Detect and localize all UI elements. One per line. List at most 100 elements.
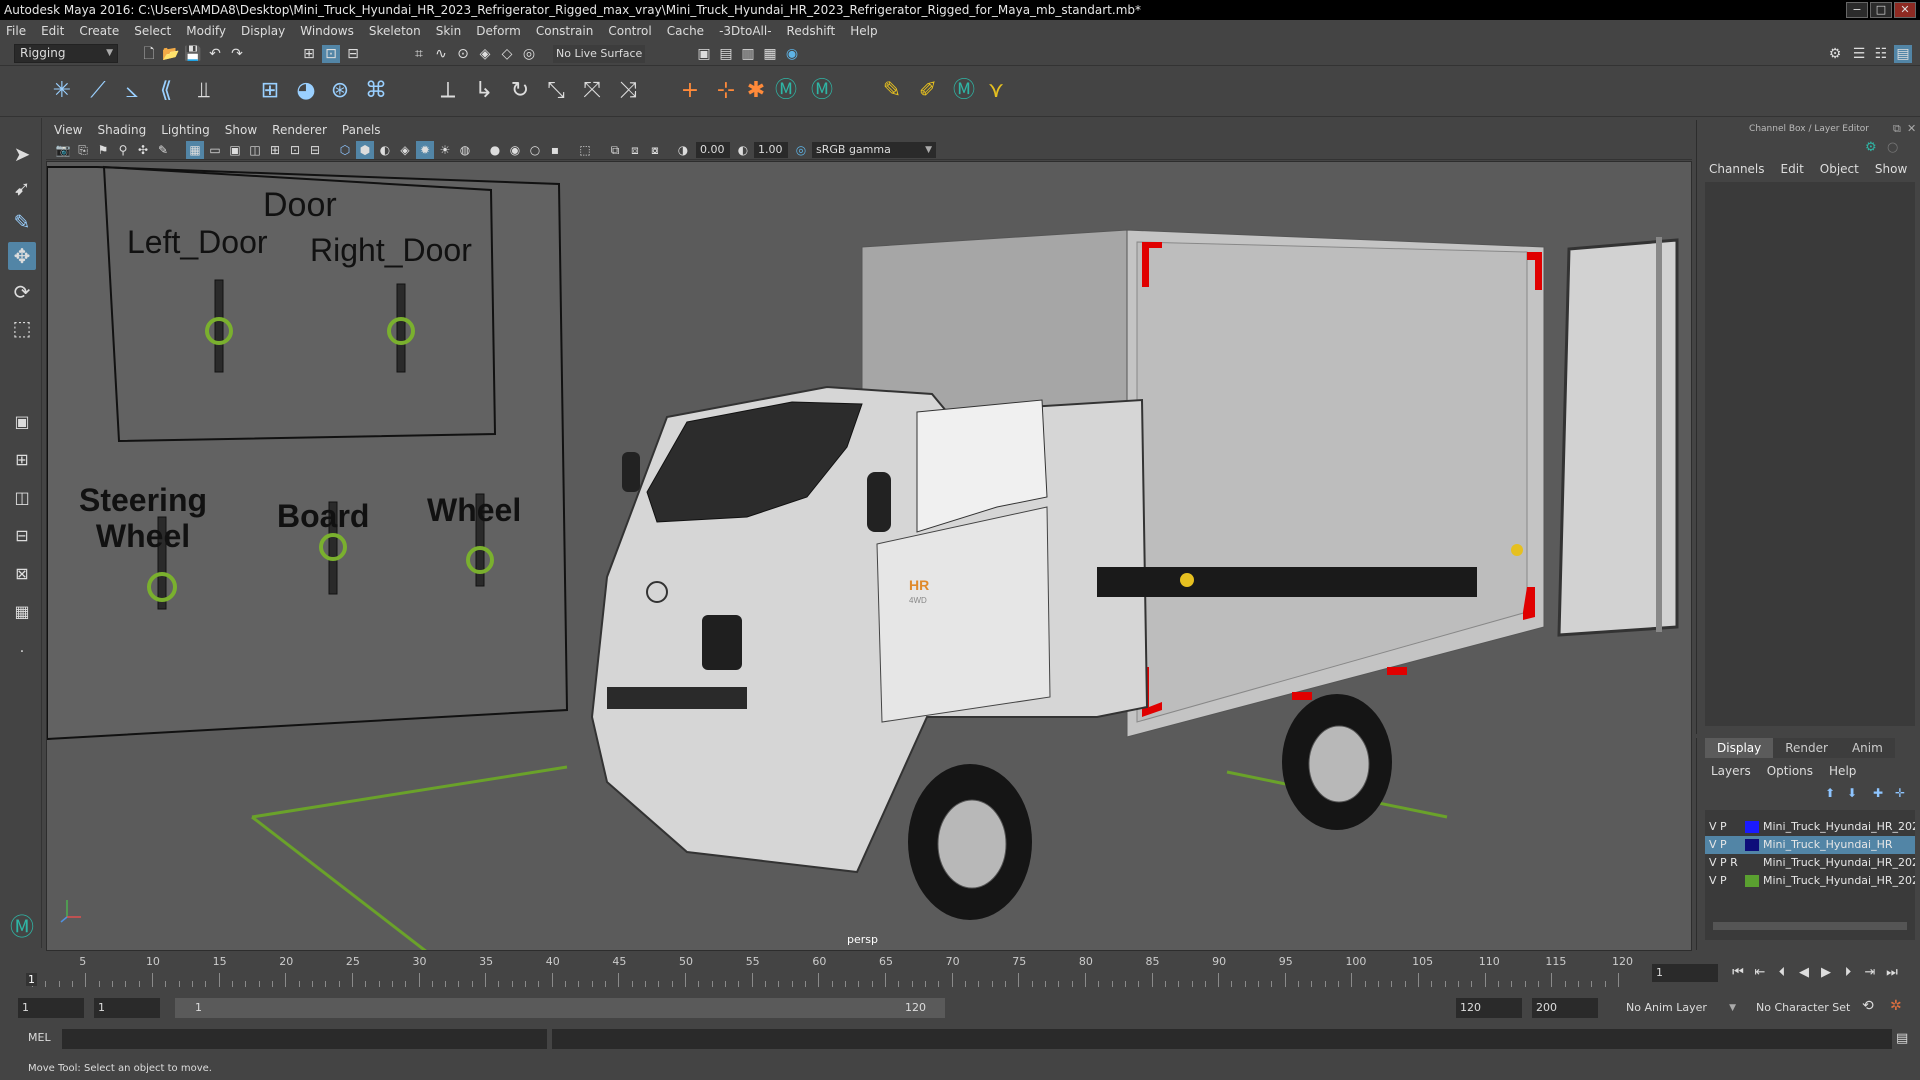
custom-layout-icon[interactable]: · <box>8 638 36 666</box>
create-node-icon[interactable]: ✱ <box>742 77 770 105</box>
play-forwards-icon[interactable]: ▶ <box>1816 963 1836 983</box>
layer-row[interactable]: V P Mini_Truck_Hyundai_HR_2023 <box>1705 818 1915 836</box>
hik-icon[interactable]: Ⓜ <box>772 77 800 105</box>
new-layer-selected-icon[interactable]: ✛ <box>1895 786 1905 800</box>
bookmark-icon[interactable]: ⚑ <box>94 141 112 159</box>
menu-select[interactable]: Select <box>134 24 171 38</box>
new-layer-icon[interactable]: ✚ <box>1873 786 1883 800</box>
command-language-toggle[interactable]: MEL <box>28 1031 51 1044</box>
pole-vector-icon[interactable]: ⤨ <box>614 77 642 105</box>
tab-render[interactable]: Render <box>1773 738 1840 758</box>
menu-control[interactable]: Control <box>608 24 651 38</box>
layer-visibility-playback[interactable]: V P R <box>1709 854 1749 872</box>
step-back-frame-icon[interactable]: ⏴ <box>1772 963 1792 983</box>
move-layer-down-icon[interactable]: ⬇ <box>1847 786 1857 800</box>
channel-box-menu-edit[interactable]: Edit <box>1781 162 1804 176</box>
playback-start-field[interactable]: 1 <box>94 998 160 1018</box>
two-d-pan-icon[interactable]: ✣ <box>134 141 152 159</box>
xray-components-icon[interactable]: ⧈ <box>626 141 644 159</box>
animation-preferences-icon[interactable]: ✲ <box>1890 998 1902 1014</box>
layer-row[interactable]: V P R Mini_Truck_Hyundai_HR_2023 <box>1705 854 1915 872</box>
gamma-icon[interactable]: ◐ <box>734 141 752 159</box>
panel-menu-shading[interactable]: Shading <box>97 120 146 140</box>
ambient-occlusion-icon[interactable]: ◍ <box>456 141 474 159</box>
parent-constraint-icon[interactable]: ⤧ <box>578 77 606 105</box>
minimize-button[interactable]: − <box>1846 2 1868 18</box>
exposure-icon[interactable]: ◑ <box>674 141 692 159</box>
point-constraint-icon[interactable]: ⟂ <box>434 77 462 105</box>
character-controls-icon[interactable]: Ⓜ <box>808 77 836 105</box>
motion-blur-icon[interactable]: ● <box>486 141 504 159</box>
film-gate-icon[interactable]: ▭ <box>206 141 224 159</box>
manipulator-icon[interactable]: ○ <box>1887 140 1898 155</box>
ik-handle-icon[interactable]: ⫫ <box>190 77 218 105</box>
playback-end-field[interactable]: 120 <box>1456 998 1522 1018</box>
lasso-tool-icon[interactable]: ➹ <box>8 174 36 202</box>
anim-layer-dropdown[interactable]: No Anim Layer ▼ <box>1622 998 1740 1018</box>
color-management-icon[interactable]: ◎ <box>792 141 810 159</box>
use-all-lights-icon[interactable]: ✹ <box>416 141 434 159</box>
perspective-viewport[interactable]: HR 4WD Door Left_Door Right_Door Steerin… <box>46 161 1692 951</box>
isolate-select-icon[interactable]: ▪ <box>546 141 564 159</box>
hypershade-icon[interactable]: ▦ <box>761 45 779 63</box>
snap-point-icon[interactable]: ⊙ <box>454 45 472 63</box>
image-plane-icon[interactable]: ⚲ <box>114 141 132 159</box>
layer-visibility-playback[interactable]: V P <box>1709 836 1749 854</box>
scale-tool-icon[interactable]: ⬚ <box>8 314 36 342</box>
channel-box-area[interactable] <box>1705 182 1915 726</box>
orient-constraint-icon[interactable]: ↻ <box>506 77 534 105</box>
layer-scrollbar[interactable] <box>1713 922 1907 930</box>
command-input[interactable] <box>62 1029 547 1049</box>
shadows-icon[interactable]: ☀ <box>436 141 454 159</box>
menu-skeleton[interactable]: Skeleton <box>369 24 421 38</box>
joint-tool-icon[interactable]: ✳ <box>48 77 76 105</box>
xray-joints-icon[interactable]: ⧉ <box>606 141 624 159</box>
tool-settings-icon[interactable]: ☷ <box>1872 45 1890 63</box>
animation-end-field[interactable]: 200 <box>1532 998 1598 1018</box>
play-backwards-icon[interactable]: ◀ <box>1794 963 1814 983</box>
graph-editor-layout-icon[interactable]: ▦ <box>8 598 36 626</box>
mirror-joint-icon[interactable]: ⦣ <box>118 77 146 105</box>
panel-menu-panels[interactable]: Panels <box>342 120 381 140</box>
wireframe-on-shaded-icon[interactable]: ◐ <box>376 141 394 159</box>
tab-anim[interactable]: Anim <box>1839 738 1895 758</box>
render-settings-icon[interactable]: ▥ <box>739 45 757 63</box>
group-icon[interactable]: ⊹ <box>712 77 740 105</box>
menu-skin[interactable]: Skin <box>436 24 462 38</box>
channel-box-menu-channels[interactable]: Channels <box>1709 162 1765 176</box>
step-back-key-icon[interactable]: ⇤ <box>1750 963 1770 983</box>
panel-menu-renderer[interactable]: Renderer <box>272 120 327 140</box>
auto-key-icon[interactable]: ⟲ <box>1862 998 1874 1014</box>
paint-select-icon[interactable]: ✎ <box>8 208 36 236</box>
maximize-button[interactable]: □ <box>1870 2 1892 18</box>
move-layer-up-icon[interactable]: ⬆ <box>1825 786 1835 800</box>
persp-graph-layout-icon[interactable]: ◫ <box>8 484 36 512</box>
cluster-icon[interactable]: ⌘ <box>362 77 390 105</box>
snap-live-icon[interactable]: ◎ <box>520 45 538 63</box>
anti-aliasing-icon[interactable]: ◉ <box>506 141 524 159</box>
rotate-tool-icon[interactable]: ⟳ <box>8 278 36 306</box>
character-set-dropdown[interactable]: No Character Set <box>1752 998 1872 1018</box>
outliner-layout-icon[interactable]: ⊟ <box>8 522 36 550</box>
select-component-icon[interactable]: ⊟ <box>344 45 362 63</box>
layer-color-swatch[interactable] <box>1745 875 1759 887</box>
human-ik-icon[interactable]: Ⓜ <box>950 77 978 105</box>
node-editor-icon[interactable]: ⚙ <box>1865 140 1877 155</box>
menu-redshift[interactable]: Redshift <box>787 24 836 38</box>
orient-joint-icon[interactable]: ⟪ <box>152 77 180 105</box>
animation-start-field[interactable]: 1 <box>18 998 84 1018</box>
menu-constrain[interactable]: Constrain <box>536 24 594 38</box>
tab-display[interactable]: Display <box>1705 738 1774 758</box>
safe-title-icon[interactable]: ⊟ <box>306 141 324 159</box>
gamma-field[interactable]: 1.00 <box>754 142 788 158</box>
snap-grid-icon[interactable]: ⌗ <box>410 45 428 63</box>
grease-pencil-icon[interactable]: ✎ <box>154 141 172 159</box>
time-slider[interactable]: 5 10 15 20 25 30 35 40 45 50 55 60 65 70 75 80 85 90 95 100… <box>20 955 1640 989</box>
select-tool-icon[interactable]: ➤ <box>8 140 36 168</box>
menu-deform[interactable]: Deform <box>476 24 521 38</box>
field-chart-icon[interactable]: ⊞ <box>266 141 284 159</box>
menu-3dtoall[interactable]: -3DtoAll- <box>719 24 771 38</box>
close-button[interactable]: ✕ <box>1894 2 1916 18</box>
menu-create[interactable]: Create <box>79 24 119 38</box>
menu-help[interactable]: Help <box>850 24 877 38</box>
